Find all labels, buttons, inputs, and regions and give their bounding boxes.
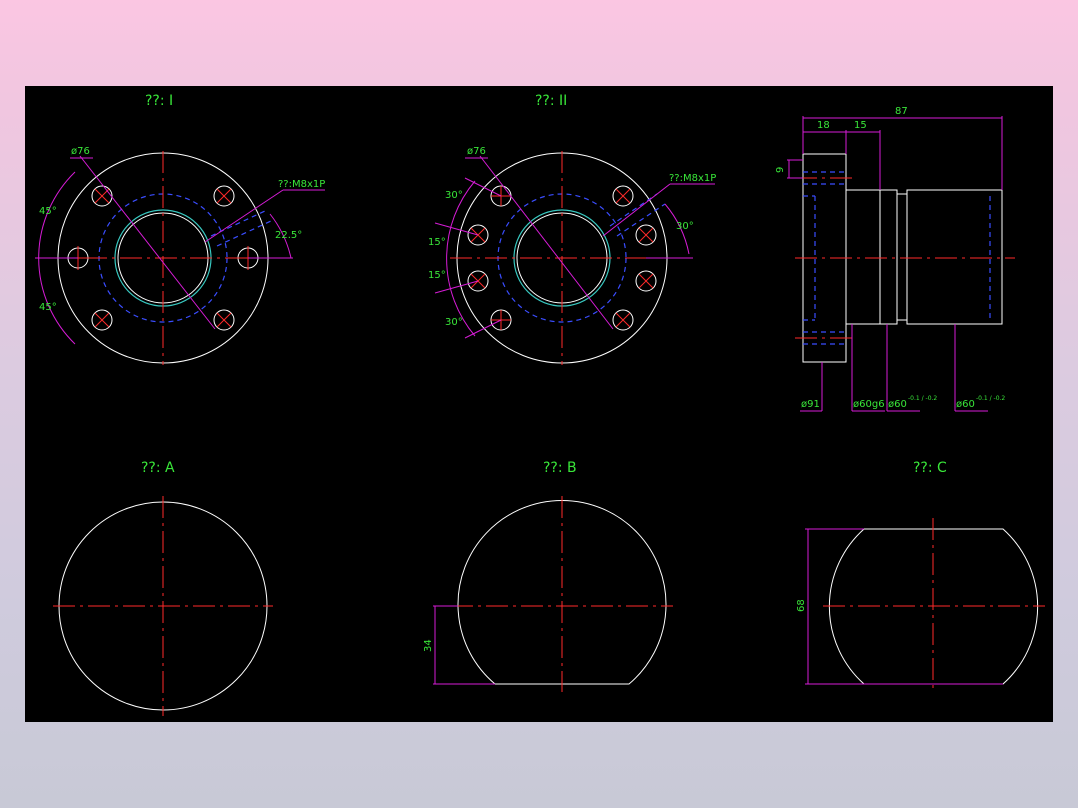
dim-d60a-label: ø60: [888, 399, 907, 410]
diameter-label: ø76: [71, 146, 90, 157]
thread-label: ??:M8x1P: [278, 179, 325, 190]
hidden-thread-line: [609, 193, 658, 227]
diameter-label: ø76: [467, 146, 486, 157]
angle-label-right: 22.5°: [275, 230, 302, 241]
bolt-hole: [91, 185, 113, 207]
bolt-hole: [612, 185, 634, 207]
view-c: ??: C 68: [796, 460, 1045, 692]
view-b-title: ??: B: [543, 460, 577, 476]
angle-label: 15°: [428, 237, 446, 248]
view-2-title: ??: II: [535, 93, 567, 109]
view-a: ??: A: [53, 460, 273, 716]
view-2-flange-front: ??: II ø76 ??:M8x1P 30° 15° 15° 30° 30°: [428, 93, 716, 365]
angle-label-top: 45°: [39, 206, 57, 217]
view-1-title: ??: I: [145, 93, 173, 109]
groove-section: [896, 193, 908, 321]
dim-d60a-tolerance: -0.1 / -0.2: [908, 395, 937, 402]
dim-d60b-label: ø60: [956, 399, 975, 410]
bolt-hole: [612, 309, 634, 331]
dim-d91-label: ø91: [801, 399, 820, 410]
body-end-section: [906, 189, 1003, 325]
dim-68-label: 68: [796, 599, 807, 612]
bolt-hole: [635, 270, 657, 292]
dim-9-label: 9: [775, 167, 786, 173]
dim-87-label: 87: [895, 106, 908, 117]
view-c-title: ??: C: [913, 460, 947, 476]
dim-15-label: 15: [854, 120, 867, 131]
angle-label-bottom: 45°: [39, 302, 57, 313]
thread-leader: [602, 183, 671, 237]
dim-18-label: 18: [817, 120, 830, 131]
cad-drawing-canvas[interactable]: ??: I ø76 ??:M8x1P 45° 45° 22.5° ??: II …: [25, 86, 1053, 722]
angle-label: 30°: [445, 317, 463, 328]
body-section: [845, 189, 898, 325]
bolt-hole: [213, 185, 235, 207]
angle-label: 30°: [445, 190, 463, 201]
dim-d60g6-label: ø60g6: [853, 399, 885, 410]
bolt-hole: [635, 224, 657, 246]
dim-34-label: 34: [423, 639, 434, 652]
dim-d60b-tolerance: -0.1 / -0.2: [976, 395, 1005, 402]
thread-label: ??:M8x1P: [669, 173, 716, 184]
angle-label-right: 30°: [676, 221, 694, 232]
view-1-flange-front: ??: I ø76 ??:M8x1P 45° 45° 22.5°: [35, 93, 325, 365]
bolt-hole: [91, 309, 113, 331]
view-b: ??: B 34: [423, 460, 673, 692]
angle-label: 15°: [428, 270, 446, 281]
bolt-hole: [213, 309, 235, 331]
side-view: 87 18 15 9 ø91 ø60g6 ø60 -0.1 / -0.2 ø60…: [775, 106, 1015, 412]
view-a-title: ??: A: [141, 460, 175, 476]
